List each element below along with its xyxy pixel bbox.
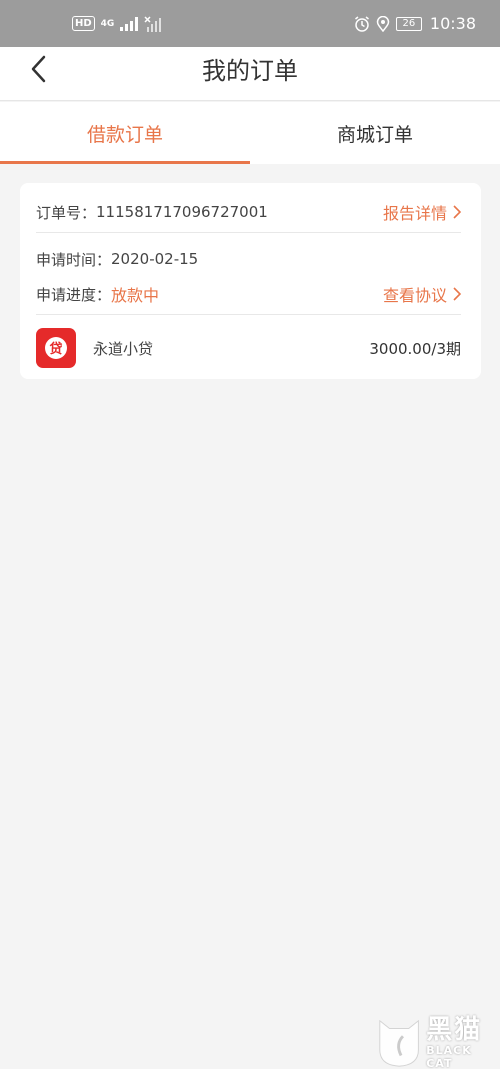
apply-time-row: 申请时间： 2020-02-15 xyxy=(36,247,461,271)
apply-time-value: 2020-02-15 xyxy=(111,250,199,268)
view-agreement-label: 查看协议 xyxy=(382,286,447,305)
order-number: 订单号： 111581717096727001 xyxy=(36,202,268,223)
chevron-right-icon xyxy=(453,205,461,219)
product-name: 永道小贷 xyxy=(93,339,154,358)
tab-mall-orders[interactable]: 商城订单 xyxy=(250,102,500,164)
status-right: 26 10:38 xyxy=(354,14,476,33)
divider xyxy=(36,232,461,233)
watermark-text: 黑猫 BLACK CAT xyxy=(426,1016,500,1069)
signal-icon xyxy=(120,16,139,31)
apply-time: 申请时间： 2020-02-15 xyxy=(36,249,198,270)
order-number-label: 订单号： xyxy=(36,203,97,222)
order-card[interactable]: 订单号： 111581717096727001 报告详情 申请时间： 2020-… xyxy=(20,183,481,379)
apply-time-label: 申请时间： xyxy=(36,250,112,269)
order-tabs: 借款订单 商城订单 xyxy=(0,102,500,164)
progress-status: 放款中 xyxy=(111,286,160,305)
progress-row: 申请进度： 放款中 查看协议 xyxy=(36,281,461,307)
divider xyxy=(36,314,461,315)
product-info: 贷 永道小贷 xyxy=(36,328,153,368)
watermark: 黑猫 BLACK CAT xyxy=(376,1016,500,1069)
progress-label: 申请进度： xyxy=(36,285,112,304)
status-left: HD 4G xyxy=(72,15,162,32)
order-number-row: 订单号： 111581717096727001 报告详情 xyxy=(36,199,461,225)
watermark-title: 黑猫 xyxy=(426,1014,483,1045)
tab-loan-orders[interactable]: 借款订单 xyxy=(0,102,250,164)
loan-amount: 3000.00/3期 xyxy=(369,339,461,358)
nav-header: 我的订单 xyxy=(0,47,500,101)
location-icon xyxy=(376,15,390,32)
hd-badge: HD xyxy=(72,16,95,31)
product-row: 贷 永道小贷 3000.00/3期 xyxy=(36,327,461,369)
screen: HD 4G 26 10:38 我的订单 借款订单 商城订单 订单号： 11158… xyxy=(0,0,500,1069)
loan-badge-icon: 贷 xyxy=(45,337,67,359)
view-agreement-link[interactable]: 查看协议 xyxy=(383,282,461,306)
report-detail-link[interactable]: 报告详情 xyxy=(383,200,461,224)
alarm-icon xyxy=(354,15,369,32)
network-type: 4G xyxy=(100,18,115,29)
product-logo-icon: 贷 xyxy=(36,328,76,368)
report-detail-label: 报告详情 xyxy=(382,204,447,223)
status-bar: HD 4G 26 10:38 xyxy=(0,0,500,47)
order-number-value: 111581717096727001 xyxy=(96,203,268,221)
status-time: 10:38 xyxy=(429,14,476,33)
apply-progress: 申请进度： 放款中 xyxy=(36,282,159,306)
chevron-right-icon xyxy=(453,287,461,301)
loan-badge-char: 贷 xyxy=(49,341,62,357)
cat-logo-icon xyxy=(379,1019,419,1067)
battery-icon: 26 xyxy=(395,16,422,31)
watermark-subtitle: BLACK CAT xyxy=(426,1043,472,1069)
page-title: 我的订单 xyxy=(202,57,298,85)
no-signal-icon xyxy=(144,15,162,32)
